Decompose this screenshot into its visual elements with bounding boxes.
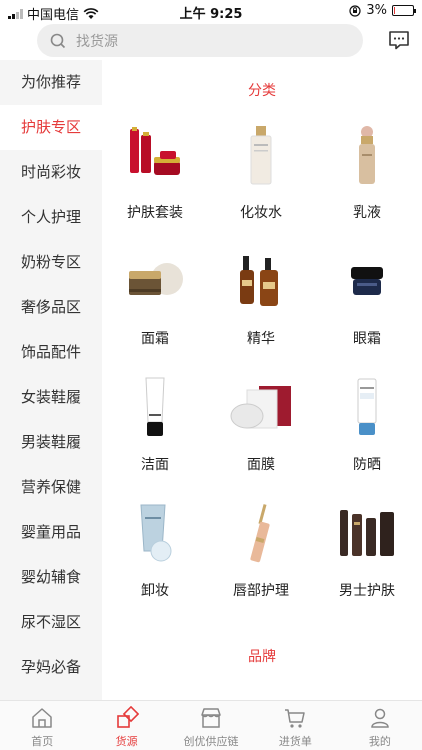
sidebar-item-milk-powder[interactable]: 奶粉专区 (0, 240, 102, 285)
serum-icon (226, 246, 296, 316)
home-icon (32, 708, 52, 728)
status-bar: 中国电信 上午 9:25 3% (0, 0, 422, 23)
orientation-lock-icon (349, 4, 361, 17)
user-icon (371, 708, 389, 728)
cart-icon (285, 709, 306, 728)
battery-percent: 3% (366, 3, 387, 18)
tab-mine[interactable]: 我的 (338, 701, 422, 750)
category-cleanser[interactable]: 洁面 (102, 372, 208, 498)
category-toner[interactable]: 化妆水 (208, 120, 314, 246)
category-sidebar: 为你推荐 护肤专区 时尚彩妆 个人护理 奶粉专区 奢侈品区 饰品配件 女装鞋履 … (0, 60, 102, 700)
battery-level (394, 7, 395, 14)
category-serum[interactable]: 精华 (208, 246, 314, 372)
category-label: 防晒 (353, 457, 381, 473)
tab-label: 我的 (368, 735, 391, 748)
lotion-icon (332, 120, 402, 190)
lip-care-icon (226, 498, 296, 568)
category-makeup-remover[interactable]: 卸妆 (102, 498, 208, 624)
skincare-set-icon (120, 120, 190, 190)
sidebar-item-skincare[interactable]: 护肤专区 (0, 105, 102, 150)
mens-skincare-icon (332, 498, 402, 568)
tab-supply-chain[interactable]: 创优供应链 (169, 701, 253, 750)
source-icon (116, 706, 139, 728)
brand-section-title: 品牌 (248, 649, 276, 665)
tab-label: 创优供应链 (183, 735, 239, 748)
sidebar-item-mens[interactable]: 男装鞋履 (0, 420, 102, 465)
header: 找货源 (0, 22, 422, 60)
category-label: 卸妆 (141, 583, 169, 599)
sidebar-item-diapers[interactable]: 尿不湿区 (0, 600, 102, 645)
sidebar-item-accessories[interactable]: 饰品配件 (0, 330, 102, 375)
category-label: 乳液 (353, 205, 381, 221)
face-mask-icon (226, 372, 296, 442)
store-icon (201, 708, 221, 728)
category-label: 面膜 (247, 457, 275, 473)
battery-icon (392, 5, 416, 16)
sidebar-item-baby-food[interactable]: 婴幼辅食 (0, 555, 102, 600)
sidebar-item-luxury[interactable]: 奢侈品区 (0, 285, 102, 330)
category-sunscreen[interactable]: 防晒 (314, 372, 420, 498)
category-label: 精华 (247, 331, 275, 347)
search-icon (50, 33, 66, 48)
tab-label: 进货单 (278, 735, 312, 748)
category-section-title: 分类 (248, 83, 276, 99)
category-lip-care[interactable]: 唇部护理 (208, 498, 314, 624)
category-label: 面霜 (141, 331, 169, 347)
message-icon[interactable] (388, 30, 410, 50)
eye-cream-icon (332, 246, 402, 316)
status-right: 3% (349, 3, 416, 18)
tab-label: 首页 (31, 735, 54, 748)
sidebar-item-womens[interactable]: 女装鞋履 (0, 375, 102, 420)
category-label: 眼霜 (353, 331, 381, 347)
sidebar-item-nutrition[interactable]: 营养保健 (0, 465, 102, 510)
category-label: 护肤套装 (127, 205, 183, 221)
face-cream-icon (120, 246, 190, 316)
category-grid: 护肤套装 化妆水 乳液 面霜 精华 眼霜 洁面 面膜 防晒 卸妆 唇部护理 男士… (102, 120, 422, 624)
category-label: 男士护肤 (339, 583, 395, 599)
sidebar-item-baby-goods[interactable]: 婴童用品 (0, 510, 102, 555)
tab-source[interactable]: 货源 (84, 701, 168, 750)
sidebar-item-makeup[interactable]: 时尚彩妆 (0, 150, 102, 195)
bottom-tab-bar: 首页 货源 创优供应链 进货单 我的 (0, 700, 422, 750)
category-label: 洁面 (141, 457, 169, 473)
tab-home[interactable]: 首页 (0, 701, 84, 750)
category-label: 唇部护理 (233, 583, 289, 599)
category-skincare-set[interactable]: 护肤套装 (102, 120, 208, 246)
sidebar-item-recommend[interactable]: 为你推荐 (0, 60, 102, 105)
category-label: 化妆水 (240, 205, 282, 221)
category-eye-cream[interactable]: 眼霜 (314, 246, 420, 372)
toner-icon (226, 120, 296, 190)
tab-cart[interactable]: 进货单 (253, 701, 337, 750)
category-lotion[interactable]: 乳液 (314, 120, 420, 246)
cleanser-icon (120, 372, 190, 442)
sidebar-item-maternity[interactable]: 孕妈必备 (0, 645, 102, 690)
sunscreen-icon (332, 372, 402, 442)
main-content: 分类 护肤套装 化妆水 乳液 面霜 精华 眼霜 洁面 面膜 防晒 卸妆 唇部护理… (102, 60, 422, 700)
tab-label: 货源 (115, 735, 138, 748)
makeup-remover-icon (120, 498, 190, 568)
category-mens-skincare[interactable]: 男士护肤 (314, 498, 420, 624)
search-placeholder[interactable]: 找货源 (76, 31, 118, 51)
category-face-mask[interactable]: 面膜 (208, 372, 314, 498)
sidebar-item-personal-care[interactable]: 个人护理 (0, 195, 102, 240)
category-face-cream[interactable]: 面霜 (102, 246, 208, 372)
search-bar[interactable]: 找货源 (37, 24, 363, 57)
